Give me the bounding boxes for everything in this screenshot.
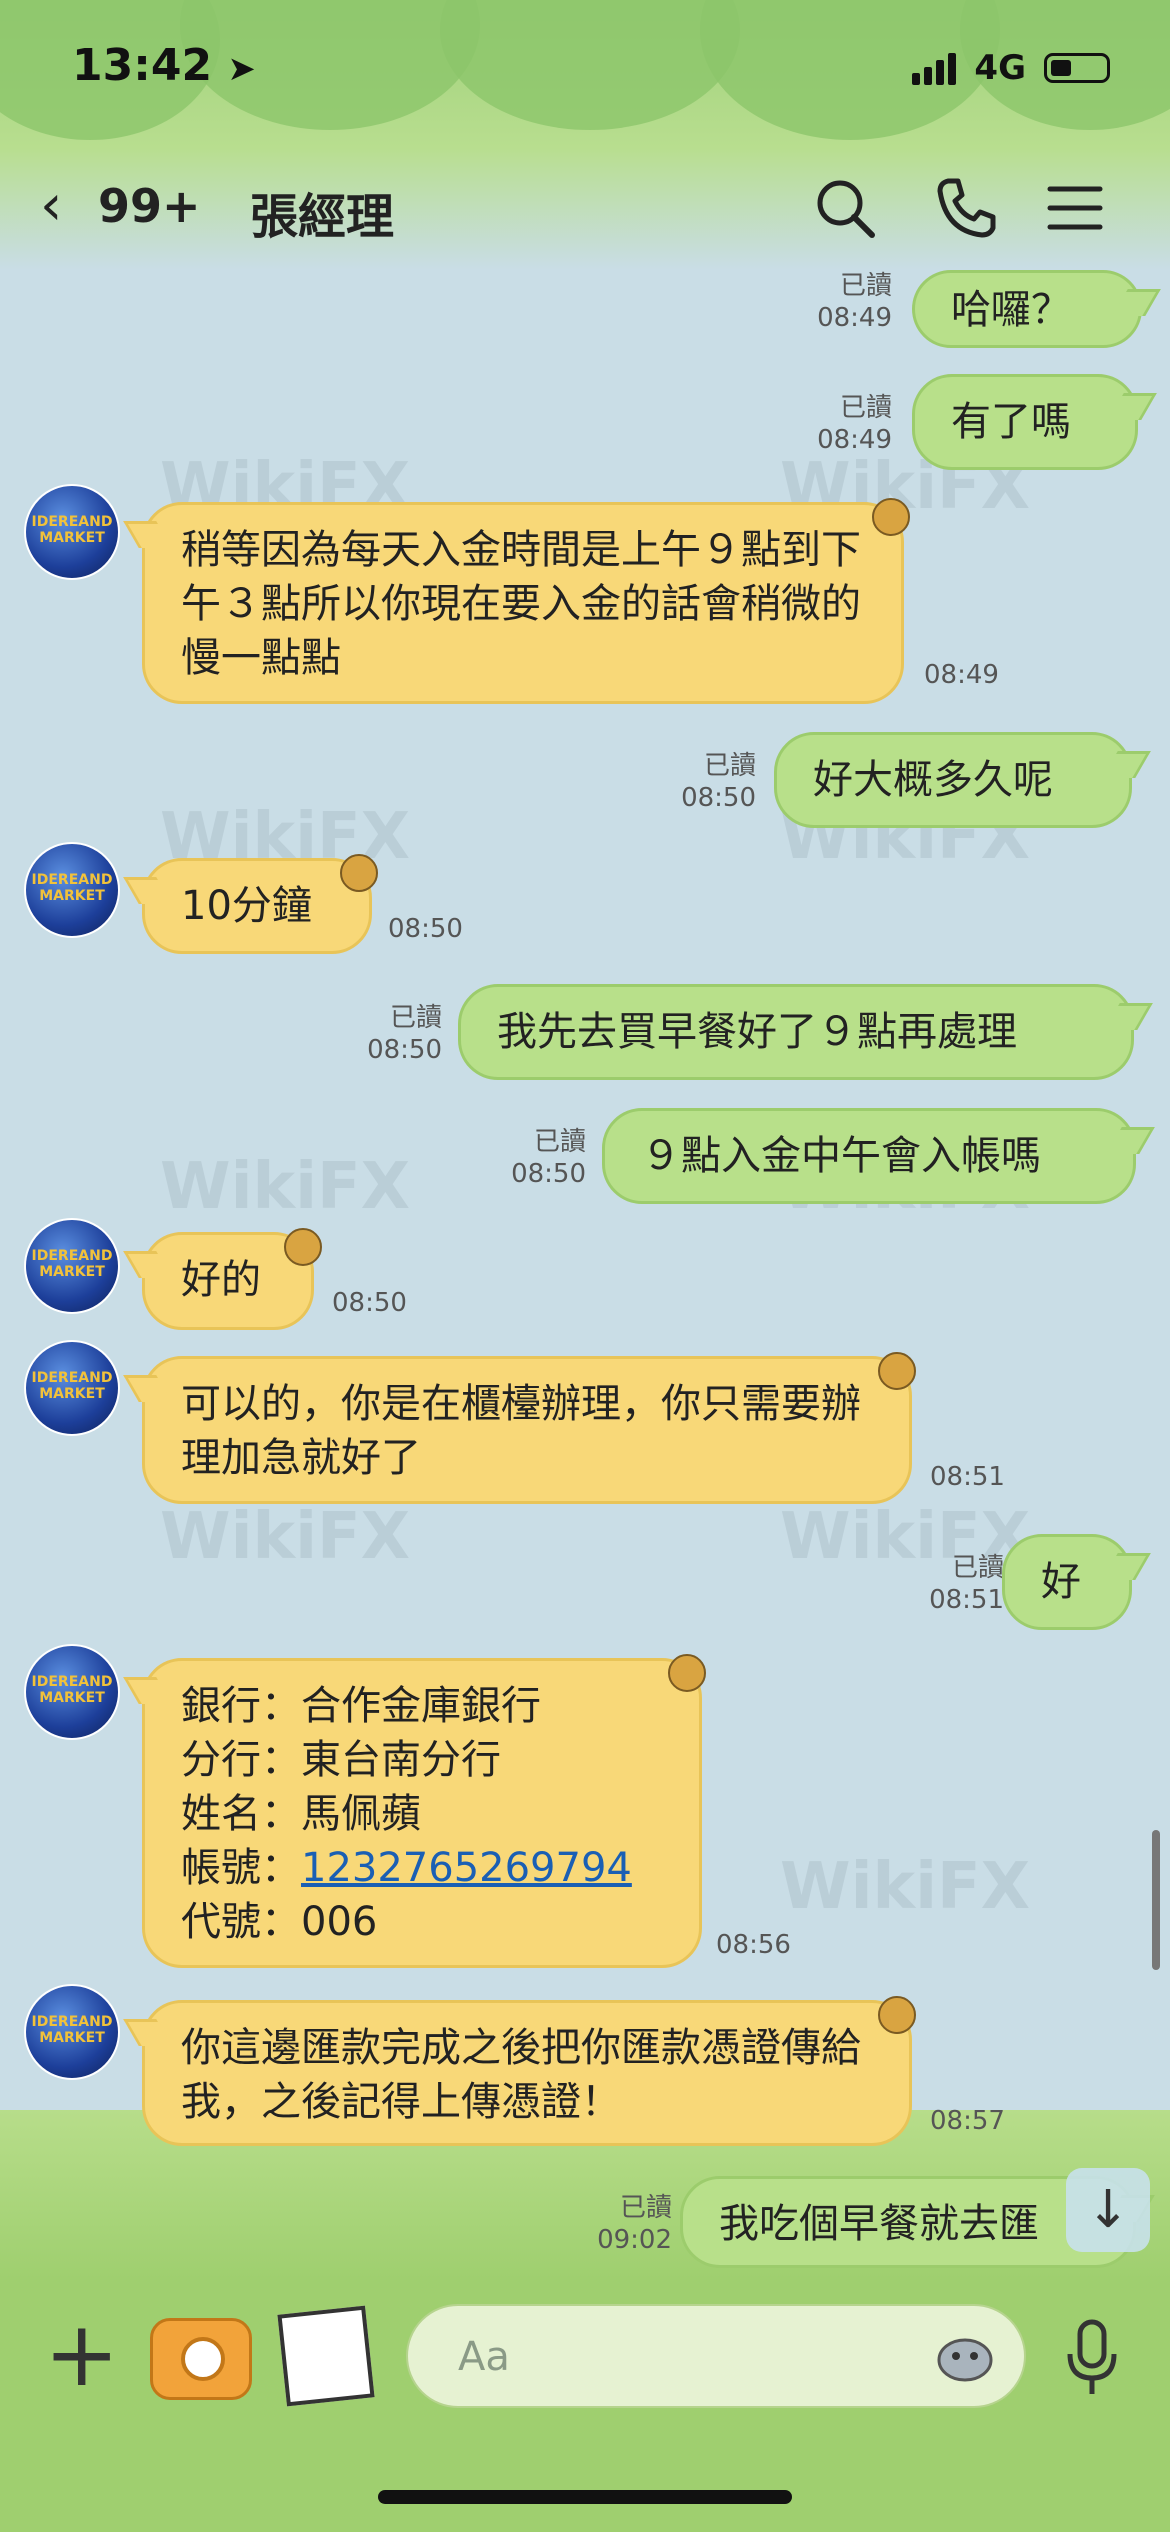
message-meta: 已讀 08:50	[367, 1003, 442, 1065]
chat-title: 張經理	[250, 189, 395, 245]
message-bubble-outgoing[interactable]: 好	[1002, 1534, 1132, 1630]
name-line: 姓名：馬佩蘋	[181, 1791, 421, 1837]
message-meta: 已讀 08:50	[511, 1127, 586, 1189]
sticker-icon	[668, 1654, 706, 1692]
sticker-icon	[872, 498, 910, 536]
avatar[interactable]: IDEREAND MARKET	[24, 1984, 120, 2080]
search-icon[interactable]	[810, 173, 880, 243]
sticker-icon	[340, 854, 378, 892]
chat-header: ‹ 99+ 張經理	[0, 165, 1170, 255]
message-meta: 已讀 08:49	[817, 393, 892, 455]
signal-icon	[912, 51, 957, 85]
message-time: 08:50	[332, 1288, 407, 1318]
account-number-link[interactable]: 1232765269794	[301, 1845, 632, 1891]
message-time: 08:56	[716, 1930, 791, 1960]
message-meta: 已讀 08:51	[929, 1553, 1004, 1615]
home-indicator	[378, 2490, 792, 2504]
message-meta: 已讀 08:49	[817, 271, 892, 333]
message-input-placeholder: Aa	[458, 2334, 510, 2380]
network-type: 4G	[974, 48, 1026, 88]
message-bubble-outgoing[interactable]: 有了嗎	[912, 374, 1138, 470]
sticker-icon	[284, 1228, 322, 1266]
avatar[interactable]: IDEREAND MARKET	[24, 1218, 120, 1314]
message-bubble-outgoing[interactable]: ９點入金中午會入帳嗎	[602, 1108, 1136, 1204]
message-time: 08:51	[930, 1462, 1005, 1492]
message-meta: 已讀 09:02	[597, 2193, 672, 2255]
unread-count[interactable]: 99+	[98, 179, 201, 233]
avatar[interactable]: IDEREAND MARKET	[24, 1340, 120, 1436]
sticker-icon[interactable]	[930, 2324, 1000, 2390]
battery-icon	[1044, 53, 1110, 83]
message-time: 08:49	[924, 660, 999, 690]
scrollbar[interactable]	[1152, 1830, 1160, 1970]
message-bubble-incoming[interactable]: 可以的，你是在櫃檯辦理，你只需要辦理加急就好了	[142, 1356, 912, 1504]
status-bar: 13:42 ➤ 4G	[0, 40, 1170, 110]
phone-icon[interactable]	[930, 173, 1000, 243]
code-line: 代號：006	[181, 1899, 378, 1945]
account-line: 帳號：1232765269794	[181, 1845, 632, 1891]
sticker-icon	[878, 1996, 916, 2034]
branch-line: 分行：東台南分行	[181, 1737, 501, 1783]
message-bubble-incoming[interactable]: 稍等因為每天入金時間是上午９點到下午３點所以你現在要入金的話會稍微的慢一點點	[142, 502, 904, 704]
input-bar: + Aa	[0, 2290, 1170, 2420]
message-input[interactable]: Aa	[406, 2304, 1026, 2408]
message-time: 08:50	[388, 914, 463, 944]
back-chevron-icon[interactable]: ‹	[40, 173, 62, 238]
camera-icon[interactable]	[150, 2318, 252, 2400]
message-time: 08:57	[930, 2106, 1005, 2136]
photo-icon[interactable]	[277, 2305, 375, 2407]
plus-icon[interactable]: +	[44, 2310, 119, 2400]
menu-icon[interactable]	[1040, 173, 1110, 243]
message-bubble-incoming-bank-info[interactable]: 銀行：合作金庫銀行 分行：東台南分行 姓名：馬佩蘋 帳號：12327652697…	[142, 1658, 702, 1968]
avatar[interactable]: IDEREAND MARKET	[24, 1644, 120, 1740]
message-bubble-incoming[interactable]: 10分鐘	[142, 858, 372, 954]
status-time: 13:42 ➤	[72, 40, 256, 91]
watermark: WikiFX	[780, 1850, 1031, 1924]
message-meta: 已讀 08:50	[681, 751, 756, 813]
bank-line: 銀行：合作金庫銀行	[181, 1683, 541, 1729]
watermark: WikiFX	[160, 1150, 411, 1224]
message-bubble-outgoing[interactable]: 哈囉？	[912, 270, 1142, 348]
message-bubble-outgoing[interactable]: 我先去買早餐好了９點再處理	[458, 984, 1134, 1080]
avatar[interactable]: IDEREAND MARKET	[24, 484, 120, 580]
sticker-icon	[878, 1352, 916, 1390]
location-arrow-icon: ➤	[227, 49, 256, 89]
message-bubble-incoming[interactable]: 你這邊匯款完成之後把你匯款憑證傳給我，之後記得上傳憑證！	[142, 2000, 912, 2146]
avatar[interactable]: IDEREAND MARKET	[24, 842, 120, 938]
arrow-down-icon[interactable]: ↓	[1066, 2168, 1150, 2252]
message-bubble-outgoing[interactable]: 好大概多久呢	[774, 732, 1132, 828]
watermark: WikiFX	[160, 1500, 411, 1574]
mic-icon[interactable]	[1062, 2316, 1122, 2400]
